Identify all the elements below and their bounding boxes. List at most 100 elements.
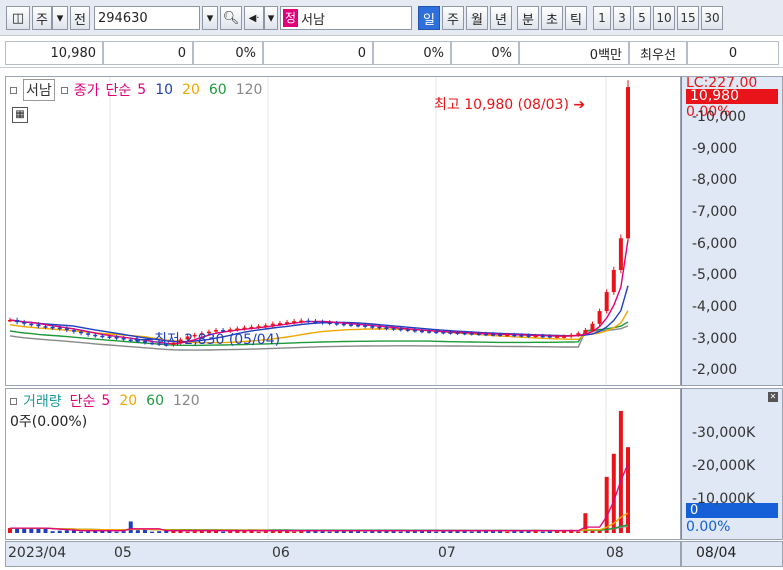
candle-body bbox=[320, 321, 325, 324]
volume-chart-pane[interactable]: 거래량 단순 5 20 60 120 0주(0.00%) bbox=[5, 388, 681, 540]
candle-body bbox=[441, 331, 446, 334]
type-selector[interactable]: 주 bbox=[32, 6, 52, 30]
candle-body bbox=[498, 334, 503, 336]
price-tick: -3,000 bbox=[692, 330, 738, 347]
candle-body bbox=[597, 311, 602, 324]
type-dropdown-icon[interactable]: ▾ bbox=[52, 6, 68, 30]
stock-code-input[interactable]: 294630 bbox=[94, 6, 200, 30]
candle-body bbox=[100, 335, 105, 338]
volume-bar bbox=[15, 528, 20, 533]
price-tick: -9,000 bbox=[692, 140, 738, 157]
volume-bar bbox=[292, 531, 297, 533]
volume-bar bbox=[263, 531, 268, 533]
volume-bar bbox=[505, 531, 510, 533]
period-tab[interactable]: 월 bbox=[466, 6, 488, 30]
candle-body bbox=[43, 326, 48, 328]
grid-table-icon[interactable]: ▦ bbox=[12, 107, 28, 123]
candle-body bbox=[313, 321, 318, 323]
chart-type-icon[interactable]: ◫ bbox=[6, 6, 30, 30]
candle-body bbox=[107, 336, 112, 338]
candle-body bbox=[590, 323, 595, 331]
speaker-icon[interactable]: ◀· bbox=[244, 6, 264, 30]
volume-bar bbox=[50, 531, 55, 533]
volume-bar bbox=[256, 531, 261, 533]
candle-body bbox=[576, 333, 581, 335]
candle-body bbox=[341, 323, 346, 326]
candle-body bbox=[128, 339, 133, 342]
period-tab[interactable]: 주 bbox=[442, 6, 464, 30]
search-icon[interactable]: 🔍︎ bbox=[220, 6, 242, 30]
code-dropdown-icon[interactable]: ▾ bbox=[202, 6, 218, 30]
volume-bar bbox=[64, 530, 69, 533]
volume-bar bbox=[86, 531, 91, 533]
interval-button[interactable]: 10 bbox=[653, 6, 675, 30]
speaker-dropdown-icon[interactable]: ▾ bbox=[264, 6, 278, 30]
volume-bar bbox=[36, 528, 41, 533]
candle-body bbox=[57, 327, 62, 330]
jeon-button[interactable]: 전 bbox=[70, 6, 90, 30]
volume-cell: 0 bbox=[263, 41, 373, 65]
price-legend: 서남 종가 단순 5 10 20 60 120 bbox=[10, 79, 271, 101]
interval-button[interactable]: 3 bbox=[613, 6, 631, 30]
volume-bar bbox=[370, 531, 375, 533]
candle-body bbox=[547, 336, 552, 338]
candle-body bbox=[121, 337, 126, 340]
volume-pct-1: 0% bbox=[423, 45, 444, 61]
volume-bar bbox=[114, 531, 119, 533]
candle-body bbox=[519, 335, 524, 337]
stock-status-badge: 정 bbox=[283, 9, 299, 27]
candle-body bbox=[79, 331, 84, 334]
date-label: 07 bbox=[438, 545, 456, 561]
volume-bar bbox=[228, 531, 233, 533]
stock-name: 서남 bbox=[301, 12, 325, 28]
candle-body bbox=[405, 329, 410, 331]
interval-button[interactable]: 15 bbox=[677, 6, 699, 30]
legend-square-icon bbox=[10, 397, 17, 405]
legend-stock-name[interactable]: 서남 bbox=[23, 79, 55, 101]
stock-name-box[interactable]: 정 서남 bbox=[280, 6, 412, 30]
period-tab[interactable]: 일 bbox=[418, 6, 440, 30]
candle-body bbox=[356, 325, 361, 327]
volume-bar bbox=[192, 531, 197, 533]
price-chart bbox=[8, 77, 630, 385]
period-tab[interactable]: 분 bbox=[517, 6, 539, 30]
candle-body bbox=[36, 324, 41, 327]
amount-cell: 0백만 bbox=[519, 41, 629, 65]
price-tick: -6,000 bbox=[692, 235, 738, 252]
volume-bar bbox=[135, 530, 140, 533]
volume-bar bbox=[611, 453, 616, 533]
price-chart-pane[interactable]: 서남 종가 단순 5 10 20 60 120 ▦ 최고 10,980 (08/03) … bbox=[5, 76, 681, 386]
volume-bar bbox=[434, 531, 439, 533]
toolbar: ◫ 주 ▾ 전 294630 ▾ 🔍︎ ◀· ▾ 정 서남 일주월년분초틱135… bbox=[0, 0, 783, 36]
period-tab[interactable]: 초 bbox=[541, 6, 563, 30]
candle-body bbox=[50, 326, 55, 329]
candle-body bbox=[277, 323, 282, 325]
candle-body bbox=[292, 321, 297, 323]
candle-body bbox=[363, 325, 368, 327]
volume-bar bbox=[441, 531, 446, 533]
price-tick: -4,000 bbox=[692, 298, 738, 315]
legend-indicator: 종가 bbox=[73, 83, 100, 99]
interval-button[interactable]: 1 bbox=[593, 6, 611, 30]
price-tick: -5,000 bbox=[692, 267, 738, 284]
candle-body bbox=[427, 331, 432, 333]
candle-body bbox=[299, 320, 304, 323]
interval-button[interactable]: 30 bbox=[701, 6, 723, 30]
period-tab[interactable]: 년 bbox=[490, 6, 512, 30]
candle-body bbox=[8, 319, 12, 322]
date-label: 05 bbox=[114, 545, 132, 561]
candle-body bbox=[469, 333, 474, 335]
interval-button[interactable]: 5 bbox=[633, 6, 651, 30]
close-icon[interactable]: ✕ bbox=[768, 392, 778, 402]
candle-body bbox=[270, 323, 275, 326]
date-label: 08 bbox=[606, 545, 624, 561]
volume-value: 0 bbox=[357, 45, 366, 61]
type-label: 주 bbox=[36, 12, 48, 28]
volume-bar bbox=[121, 531, 126, 533]
vol-pct1-cell: 0% bbox=[373, 41, 451, 65]
candle-body bbox=[554, 336, 559, 338]
candle-body bbox=[434, 331, 439, 334]
candle-body bbox=[618, 238, 623, 270]
candle-body bbox=[540, 335, 545, 338]
period-tab[interactable]: 틱 bbox=[565, 6, 587, 30]
